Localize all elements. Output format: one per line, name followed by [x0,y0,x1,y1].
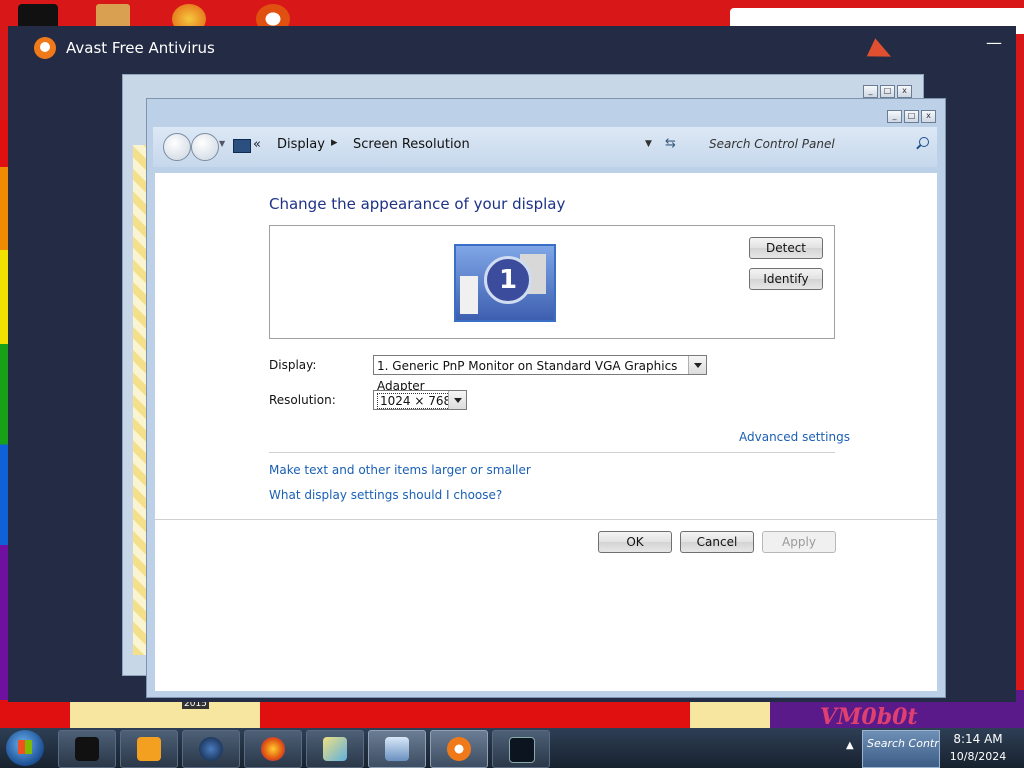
recent-pages-chevron-down-icon[interactable]: ▼ [219,139,225,148]
display-help-link[interactable]: What display settings should I choose? [269,488,502,502]
address-bar: ▼ « Display ▸ Screen Resolution ▼ ⇆ Sear… [153,127,937,167]
windows-logo-icon [18,740,32,754]
avast-pointer-icon [866,38,896,66]
paint-icon [323,737,347,761]
taskbar-item-control-panel[interactable] [368,730,426,768]
close-button[interactable]: x [897,85,912,98]
taskbar-item-app1[interactable] [58,730,116,768]
show-hidden-icons-icon[interactable]: ▲ [846,740,854,751]
forward-button[interactable] [191,133,219,161]
maximize-button[interactable]: □ [904,110,919,123]
desktop-wallpaper-shape [70,700,260,730]
chevron-down-icon[interactable] [688,356,706,374]
advanced-settings-link[interactable]: Advanced settings [739,430,850,444]
start-button[interactable] [6,730,44,766]
background-window-content [133,145,147,655]
display-select-value: 1. Generic PnP Monitor on Standard VGA G… [377,359,678,393]
chevron-down-icon[interactable] [448,391,466,409]
resolution-select[interactable]: 1024 × 768 [373,390,467,410]
divider [269,452,835,453]
divider [155,519,937,520]
minimize-button[interactable]: _ [863,85,878,98]
system-tray: ▲ Search Contro 8:14 AM 10/8/2024 [840,728,1024,768]
monitor-number: 1 [484,256,532,304]
search-icon[interactable] [919,137,929,147]
text-size-link[interactable]: Make text and other items larger or smal… [269,463,531,477]
control-panel-icon [385,737,409,761]
app-icon [75,737,99,761]
apply-button[interactable]: Apply [762,531,836,553]
content-pane: Change the appearance of your display 1 … [155,173,937,691]
taskbar: ▲ Search Contro 8:14 AM 10/8/2024 [0,728,1024,768]
back-button[interactable] [163,133,191,161]
resolution-select-value: 1024 × 768 [377,393,455,409]
breadcrumb-display[interactable]: Display [277,137,325,152]
media-player-icon [137,737,161,761]
tray-search-thumbnail[interactable]: Search Contro [862,730,940,768]
breadcrumb-overflow[interactable]: « [253,137,261,152]
window-controls: _ □ x [887,110,936,123]
identify-button[interactable]: Identify [749,268,823,290]
control-panel-icon [233,139,251,153]
firefox-icon [261,737,285,761]
desktop-wallpaper-shape [690,700,770,730]
avast-window-title: Avast Free Antivirus [66,39,215,57]
display-label: Display: [269,358,317,372]
taskbar-item-avast[interactable] [430,730,488,768]
avast-logo-icon [34,37,56,59]
monitor-icon [509,737,535,763]
background-window-controls: _ □ x [863,85,912,98]
breadcrumb-separator[interactable]: ▸ [331,135,338,150]
search-input[interactable]: Search Control Panel [693,133,933,159]
refresh-icon[interactable]: ⇆ [665,136,676,151]
search-placeholder: Search Control Panel [709,137,835,151]
taskbar-item-firefox[interactable] [244,730,302,768]
taskbar-item-paint[interactable] [306,730,364,768]
taskbar-item-media[interactable] [120,730,178,768]
monitor-1-icon[interactable]: 1 [454,244,556,322]
maximize-button[interactable]: □ [880,85,895,98]
cancel-button[interactable]: Cancel [680,531,754,553]
monitor-arrangement-panel: 1 Detect Identify [269,225,835,339]
breadcrumb-screen-resolution[interactable]: Screen Resolution [353,137,470,152]
page-title: Change the appearance of your display [269,195,566,213]
close-button[interactable]: x [921,110,936,123]
display-select[interactable]: 1. Generic PnP Monitor on Standard VGA G… [373,355,707,393]
tray-search-text: Search Contro [867,737,940,750]
clock-time[interactable]: 8:14 AM [940,732,1016,746]
avast-icon [447,737,471,761]
address-chevron-down-icon[interactable]: ▼ [645,139,652,149]
minimize-button[interactable]: _ [887,110,902,123]
ok-button[interactable]: OK [598,531,672,553]
detect-button[interactable]: Detect [749,237,823,259]
clock-date[interactable]: 10/8/2024 [940,750,1016,763]
globe-icon [199,737,223,761]
screen-resolution-window: _ □ x ▼ « Display ▸ Screen Resolution ▼ … [146,98,946,698]
taskbar-item-display[interactable] [492,730,550,768]
taskbar-item-browser[interactable] [182,730,240,768]
monitor-preview-window [460,276,478,314]
wallpaper-logo: VM0b0t [820,704,918,730]
resolution-label: Resolution: [269,393,336,407]
avast-minimize-button[interactable]: — [986,35,1002,51]
